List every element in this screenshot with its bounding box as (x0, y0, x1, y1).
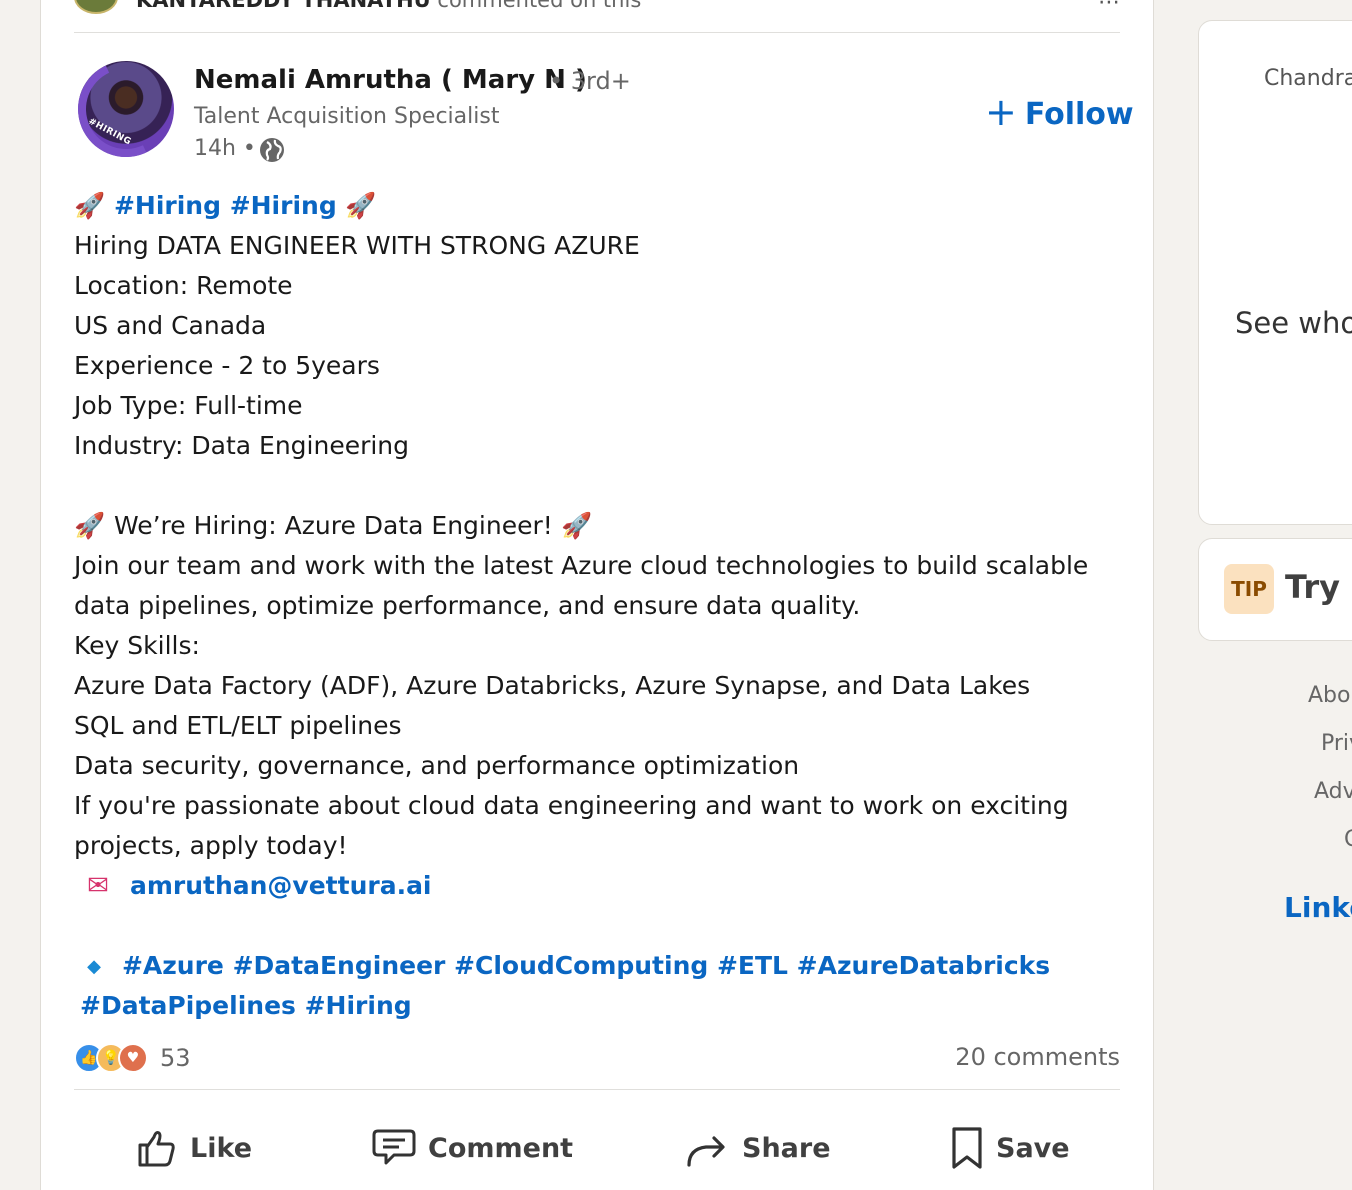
bookmark-icon (952, 1127, 982, 1169)
sidebar-card-name[interactable]: Chandra (1264, 66, 1352, 91)
divider (74, 1089, 1120, 1090)
share-icon (687, 1136, 725, 1167)
sidebar-card-text: See who’ (1235, 306, 1352, 340)
post-body: 🚀 #Hiring #Hiring 🚀 Hiring DATA ENGINEER… (74, 186, 1124, 1026)
thumbs-up-icon (138, 1131, 175, 1167)
author-name[interactable]: Nemali Amrutha ( Mary N ) (194, 65, 587, 95)
diamond-icon: ◆ (87, 956, 101, 977)
hashtags-line: #DataPipelines #Hiring (74, 986, 1124, 1026)
sidebar-card-profile-views (1198, 20, 1352, 525)
hashtags-line: ◆ #Azure #DataEngineer #CloudComputing #… (74, 946, 1124, 986)
share-button[interactable]: Share (686, 1118, 831, 1178)
post-line: SQL and ETL/ELT pipelines (74, 711, 402, 740)
context-text: KANTAREDDY THANATHU commented on this (136, 0, 642, 12)
post-line: If you're passionate about cloud data en… (74, 791, 1069, 820)
footer-link-privacy[interactable]: Priv (1321, 731, 1352, 756)
like-label: Like (190, 1132, 253, 1164)
post-subheadline: 🚀 We’re Hiring: Azure Data Engineer! 🚀 (74, 506, 1124, 546)
post-line: data pipelines, optimize performance, an… (74, 591, 861, 620)
globe-icon (260, 138, 284, 162)
comment-button[interactable]: Comment (372, 1118, 573, 1178)
post-line: Hiring DATA ENGINEER WITH STRONG AZURE (74, 231, 640, 260)
post-line: Location: Remote (74, 271, 293, 300)
author-headline: Talent Acquisition Specialist (194, 104, 500, 129)
author-avatar[interactable]: #HIRING (78, 61, 174, 157)
linkedin-logo: Linke (1284, 891, 1352, 924)
footer-link-about[interactable]: Abo (1308, 683, 1350, 708)
save-label: Save (996, 1132, 1070, 1164)
connection-degree: • 3rd+ (549, 67, 631, 95)
social-context-bar: KANTAREDDY THANATHU commented on this ⋯ (74, 0, 1120, 33)
rocket-icon: 🚀 (74, 511, 106, 540)
save-button[interactable]: Save (950, 1118, 1070, 1178)
rocket-icon: 🚀 (345, 191, 377, 220)
reactions-summary[interactable]: 👍 💡 ♥ 53 (74, 1042, 191, 1074)
email-line: ✉ amruthan@vettura.ai (74, 866, 1124, 906)
envelope-icon: ✉ (87, 871, 109, 901)
reaction-count: 53 (160, 1044, 191, 1072)
hashtag-link[interactable]: #DataPipelines #Hiring (80, 991, 412, 1020)
tip-badge: TIP (1224, 564, 1274, 614)
post-line: Industry: Data Engineering (74, 431, 410, 460)
like-button[interactable]: Like (136, 1118, 252, 1178)
email-link[interactable]: amruthan@vettura.ai (130, 871, 432, 900)
rocket-icon: 🚀 (74, 191, 106, 220)
post-line: Data security, governance, and performan… (74, 751, 800, 780)
hashtag-link[interactable]: #Azure #DataEngineer #CloudComputing #ET… (122, 951, 1050, 980)
hashtag-link[interactable]: #Hiring #Hiring (114, 191, 337, 220)
tip-text[interactable]: Try L (1285, 568, 1352, 606)
share-label: Share (742, 1132, 831, 1164)
post-line: Job Type: Full-time (74, 391, 303, 420)
post-line: Experience - 2 to 5years (74, 351, 380, 380)
comment-icon (372, 1129, 416, 1165)
comment-label: Comment (428, 1132, 574, 1164)
follow-button[interactable]: + Follow (985, 90, 1134, 134)
rocket-icon: 🚀 (561, 511, 593, 540)
footer-link-more[interactable]: C (1344, 827, 1352, 852)
more-options-icon[interactable]: ⋯ (1098, 0, 1120, 15)
post-line: Key Skills: (74, 631, 200, 660)
post-line: Join our team and work with the latest A… (74, 551, 1089, 580)
context-avatar[interactable] (74, 0, 118, 14)
post-line: US and Canada (74, 311, 267, 340)
post-line: Azure Data Factory (ADF), Azure Databric… (74, 671, 1031, 700)
comments-count[interactable]: 20 comments (955, 1043, 1120, 1071)
plus-icon: + (985, 90, 1017, 134)
hiring-tags-line: 🚀 #Hiring #Hiring 🚀 (74, 186, 1124, 226)
love-reaction-icon: ♥ (118, 1043, 148, 1073)
footer-link-advertising[interactable]: Adv (1314, 779, 1352, 804)
post-action-bar: Like Comment Share Save (74, 1118, 1120, 1178)
post-time: 14h • (194, 136, 256, 161)
post-line: projects, apply today! (74, 831, 348, 860)
follow-label: Follow (1024, 96, 1134, 132)
